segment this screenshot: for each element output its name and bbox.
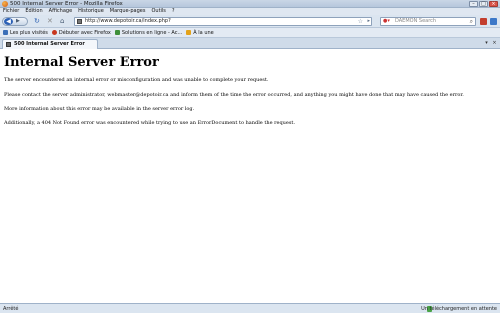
back-forward-group: ◀ ▶ (2, 17, 28, 26)
url-text[interactable]: http://www.depotoir.ca/index.php? (85, 18, 171, 25)
maximize-button[interactable]: □ (479, 1, 488, 7)
stop-icon[interactable]: ✕ (47, 18, 53, 25)
bookmarks-toolbar: Les plus visités Débuter avec Firefox So… (0, 28, 500, 38)
search-icon[interactable]: ⌕ (470, 18, 473, 25)
tab-close-icon[interactable]: × (491, 40, 498, 47)
menu-outils[interactable]: Outils (151, 8, 165, 15)
menu-edition[interactable]: Édition (25, 8, 42, 15)
forward-icon[interactable]: ▶ (16, 18, 20, 25)
minimize-button[interactable]: – (469, 1, 478, 7)
bookmark-item[interactable]: À la une (186, 29, 214, 36)
bookmark-item[interactable]: Débuter avec Firefox (51, 29, 111, 36)
bookmark-item[interactable]: Solutions en ligne - Ac... (114, 29, 183, 36)
navigation-toolbar: ◀ ▶ ↻ ✕ ⌂ http://www.depotoir.ca/index.p… (0, 15, 500, 28)
search-placeholder[interactable]: DAEMON Search (395, 18, 436, 25)
tab-controls: ▾ × (483, 40, 498, 47)
menu-help[interactable]: ? (172, 8, 175, 15)
status-text: Arrêté (3, 306, 19, 312)
paragraph: The server encountered an internal error… (4, 77, 269, 83)
menu-marque-pages[interactable]: Marque-pages (110, 8, 146, 15)
bookmark-item[interactable]: Les plus visités (3, 30, 48, 36)
site-favicon (77, 19, 82, 24)
bookmark-star-icon[interactable]: ☆ (358, 18, 363, 25)
paragraph: Additionally, a 404 Not Found error was … (4, 120, 296, 126)
bookmark-label: À la une (193, 29, 214, 36)
page-content: Internal Server Error The server encount… (0, 49, 500, 303)
bookmark-label: Les plus visités (10, 29, 48, 36)
bookmark-label: Débuter avec Firefox (58, 29, 111, 36)
download-status[interactable]: Un téléchargement en attente (421, 305, 497, 313)
tab-favicon (6, 42, 11, 47)
addon-icon[interactable] (480, 18, 487, 25)
tab-label: 500 Internal Server Error (14, 41, 85, 47)
menu-historique[interactable]: Historique (78, 8, 104, 15)
close-button[interactable]: × (489, 1, 498, 7)
menu-affichage[interactable]: Affichage (49, 8, 73, 15)
firefox-icon (2, 1, 8, 7)
home-icon[interactable]: ⌂ (60, 18, 64, 25)
paragraph: Please contact the server administrator,… (4, 92, 464, 98)
status-bar: Arrêté Un téléchargement en attente (0, 303, 500, 313)
search-engine-icon[interactable]: ●▾ (383, 18, 390, 25)
rss-feed-icon (186, 30, 192, 35)
go-arrow-icon[interactable]: ▸ (367, 18, 370, 25)
addon-icon-2[interactable] (490, 18, 497, 25)
reload-icon[interactable]: ↻ (34, 18, 40, 25)
window-controls: – □ × (469, 1, 498, 7)
page-title: Internal Server Error (4, 55, 159, 70)
window-title: 500 Internal Server Error - Mozilla Fire… (10, 1, 123, 7)
paragraph: More information about this error may be… (4, 106, 195, 112)
bookmark-page-icon (114, 30, 120, 35)
tab-bar: 500 Internal Server Error ▾ × (0, 38, 500, 49)
tab-active[interactable]: 500 Internal Server Error (2, 39, 98, 49)
bookmark-folder-icon (3, 30, 8, 35)
title-bar: 500 Internal Server Error - Mozilla Fire… (0, 0, 500, 8)
back-icon[interactable]: ◀ (4, 18, 13, 25)
bookmark-label: Solutions en ligne - Ac... (121, 29, 183, 36)
menu-fichier[interactable]: Fichier (3, 8, 19, 15)
menu-bar: Fichier Édition Affichage Historique Mar… (0, 8, 500, 15)
tab-list-icon[interactable]: ▾ (483, 40, 490, 47)
search-box[interactable]: ●▾ DAEMON Search ⌕ (380, 17, 476, 26)
firefox-bookmark-icon (51, 30, 57, 35)
url-bar[interactable]: http://www.depotoir.ca/index.php? ☆ ▸ (74, 17, 372, 26)
